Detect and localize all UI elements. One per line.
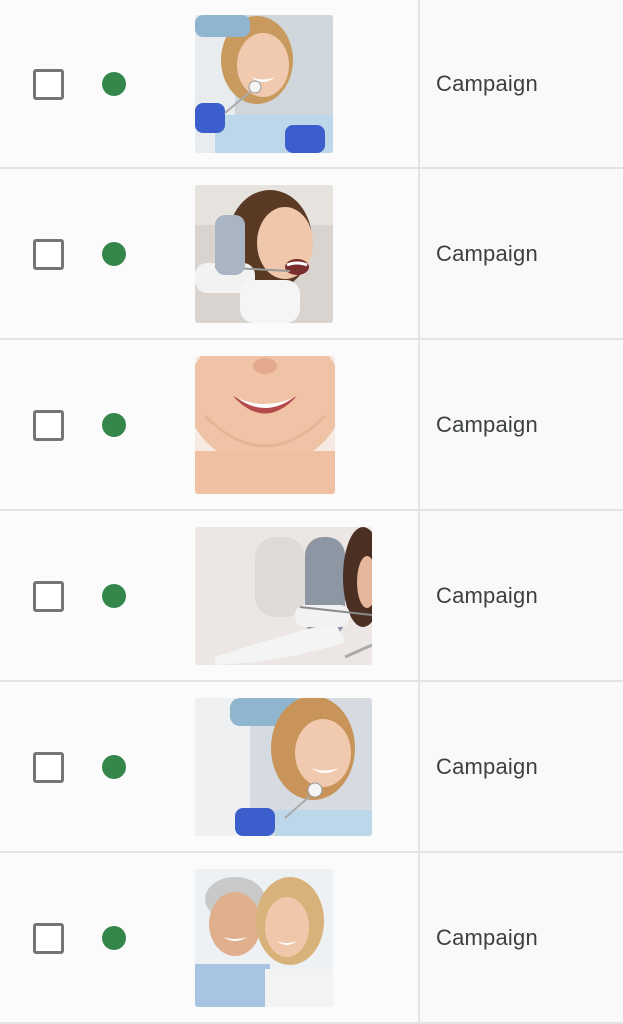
- row-checkbox[interactable]: [33, 580, 64, 612]
- ad-image-thumbnail[interactable]: [195, 868, 333, 1007]
- type-label: Campaign: [436, 753, 538, 779]
- table-row[interactable]: Campaign: [0, 340, 623, 511]
- smiling-senior-couple-photo: [195, 868, 333, 1007]
- ad-image-thumbnail[interactable]: [195, 526, 372, 665]
- row-checkbox[interactable]: [33, 751, 64, 783]
- white-smile-closeup-photo: [195, 355, 335, 494]
- dentist-patient-smiling-photo: [195, 697, 372, 836]
- table-row[interactable]: Campaign: [0, 169, 623, 340]
- status-active-dot: [102, 925, 126, 950]
- table-row[interactable]: Campaign: [0, 0, 623, 169]
- ads-table: Campaign Campaign Campaign Campaign Camp…: [0, 0, 623, 1024]
- row-type-cell: Campaign: [420, 340, 623, 509]
- ad-image-thumbnail[interactable]: [195, 184, 333, 323]
- row-checkbox[interactable]: [33, 68, 64, 100]
- type-label: Campaign: [436, 240, 538, 266]
- status-active-dot: [102, 412, 126, 437]
- dental-exam-woman-photo: [195, 184, 333, 323]
- row-left-cell: [0, 169, 418, 338]
- row-type-cell: Campaign: [420, 853, 623, 1022]
- row-type-cell: Campaign: [420, 511, 623, 680]
- row-left-cell: [0, 682, 418, 851]
- row-checkbox[interactable]: [33, 922, 64, 954]
- ad-image-thumbnail[interactable]: [195, 697, 372, 836]
- row-checkbox[interactable]: [33, 409, 64, 441]
- type-label: Campaign: [436, 924, 538, 950]
- status-active-dot: [102, 71, 126, 96]
- status-active-dot: [102, 241, 126, 266]
- type-label: Campaign: [436, 411, 538, 437]
- dentist-patient-smiling-photo: [195, 14, 333, 153]
- row-left-cell: [0, 0, 418, 167]
- dental-tools-gloved-hands-photo: [195, 526, 372, 665]
- type-label: Campaign: [436, 582, 538, 608]
- table-row[interactable]: Campaign: [0, 853, 623, 1024]
- row-left-cell: [0, 340, 418, 509]
- row-left-cell: [0, 853, 418, 1022]
- row-left-cell: [0, 511, 418, 680]
- table-row[interactable]: Campaign: [0, 511, 623, 682]
- row-checkbox[interactable]: [33, 238, 64, 270]
- type-label: Campaign: [436, 70, 538, 96]
- ad-image-thumbnail[interactable]: [195, 355, 335, 494]
- status-active-dot: [102, 583, 126, 608]
- row-type-cell: Campaign: [420, 169, 623, 338]
- table-row[interactable]: Campaign: [0, 682, 623, 853]
- row-type-cell: Campaign: [420, 682, 623, 851]
- row-type-cell: Campaign: [420, 0, 623, 167]
- status-active-dot: [102, 754, 126, 779]
- ad-image-thumbnail[interactable]: [195, 14, 333, 153]
